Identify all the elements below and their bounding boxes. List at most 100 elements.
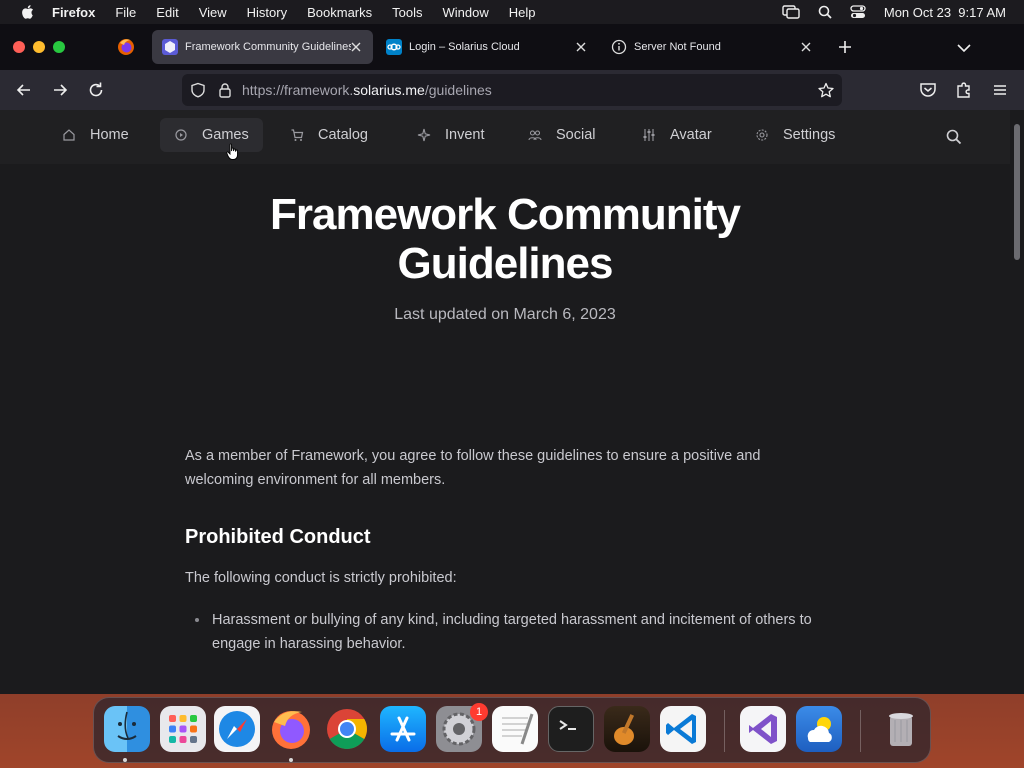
- search-icon[interactable]: [946, 129, 962, 145]
- close-window-button[interactable]: [13, 41, 25, 53]
- apple-icon[interactable]: [20, 4, 34, 20]
- hamburger-menu-icon[interactable]: [990, 80, 1010, 100]
- new-tab-plus-icon[interactable]: [836, 38, 854, 56]
- intro-paragraph: As a member of Framework, you agree to f…: [185, 448, 761, 488]
- app-store-icon[interactable]: [380, 706, 426, 752]
- nav-label: Games: [202, 127, 249, 143]
- visual-studio-icon[interactable]: [740, 706, 786, 752]
- nav-label: Social: [556, 127, 596, 143]
- tab-framework-guidelines[interactable]: Framework Community Guidelines: [152, 30, 373, 64]
- trash-icon[interactable]: [878, 706, 924, 752]
- menu-app-firefox[interactable]: Firefox: [52, 5, 95, 20]
- firefox-icon[interactable]: [268, 706, 314, 752]
- running-indicator: [289, 758, 293, 762]
- safari-icon[interactable]: [214, 706, 260, 752]
- url-text: https://framework.solarius.me/guidelines: [242, 82, 492, 98]
- people-icon: [528, 130, 542, 141]
- menu-file[interactable]: File: [115, 5, 136, 20]
- info-icon: [611, 39, 627, 55]
- control-center-icon[interactable]: [850, 5, 866, 19]
- nav-label: Home: [90, 127, 129, 143]
- terminal-icon[interactable]: [548, 706, 594, 752]
- menu-window[interactable]: Window: [443, 5, 489, 20]
- forward-arrow-icon[interactable]: [50, 80, 70, 100]
- nav-avatar[interactable]: Avatar: [642, 118, 726, 152]
- nav-home[interactable]: Home: [62, 118, 143, 152]
- weather-icon[interactable]: [796, 706, 842, 752]
- list-item: Harassment or bullying of any kind, incl…: [195, 608, 832, 656]
- nav-settings[interactable]: Settings: [755, 118, 849, 152]
- dock-separator: [724, 710, 725, 752]
- section-intro-paragraph: The following conduct is strictly prohib…: [185, 570, 457, 586]
- window-controls: [13, 41, 65, 53]
- reload-icon[interactable]: [86, 80, 106, 100]
- page-title-line-2: Guidelines: [397, 239, 614, 288]
- extensions-puzzle-icon[interactable]: [954, 80, 974, 100]
- back-arrow-icon[interactable]: [14, 80, 34, 100]
- tab-strip: Framework Community Guidelines Login – S…: [0, 24, 1024, 70]
- sliders-icon: [643, 129, 655, 141]
- finder-icon[interactable]: [104, 706, 150, 752]
- running-indicator: [123, 758, 127, 762]
- vscode-icon[interactable]: [660, 706, 706, 752]
- launchpad-icon[interactable]: [160, 706, 206, 752]
- textedit-icon[interactable]: [492, 706, 538, 752]
- framework-favicon-icon: [162, 39, 178, 55]
- last-updated-text: Last updated on March 6, 2023: [394, 306, 616, 323]
- page-title: Framework Community Guidelines: [0, 190, 1010, 288]
- nav-invent[interactable]: Invent: [417, 118, 499, 152]
- url-path: /guidelines: [424, 82, 492, 98]
- list-all-tabs-chevron-icon[interactable]: [955, 39, 973, 57]
- tab-title: Login – Solarius Cloud: [409, 41, 520, 53]
- macos-menubar: Firefox File Edit View History Bookmarks…: [0, 0, 1024, 24]
- lock-icon[interactable]: [218, 82, 232, 98]
- menu-help[interactable]: Help: [509, 5, 536, 20]
- tracking-protection-shield-icon[interactable]: [190, 82, 206, 98]
- menu-view[interactable]: View: [199, 5, 227, 20]
- pocket-icon[interactable]: [918, 80, 938, 100]
- garageband-icon[interactable]: [604, 706, 650, 752]
- bookmark-star-icon[interactable]: [818, 82, 834, 98]
- nav-games[interactable]: Games: [160, 118, 263, 152]
- close-tab-icon[interactable]: [574, 40, 588, 54]
- nav-catalog[interactable]: Catalog: [290, 118, 382, 152]
- menu-edit[interactable]: Edit: [156, 5, 178, 20]
- tab-title: Server Not Found: [634, 41, 721, 53]
- address-bar[interactable]: https://framework.solarius.me/guidelines: [182, 74, 842, 106]
- navigation-toolbar: https://framework.solarius.me/guidelines: [0, 70, 1024, 110]
- close-tab-icon[interactable]: [349, 40, 363, 54]
- menubar-clock[interactable]: Mon Oct 23 9:17 AM: [884, 5, 1006, 20]
- nav-label: Settings: [783, 127, 836, 143]
- hand-pointer-cursor-icon: [226, 143, 238, 160]
- site-navigation: Home Games Catalog Invent Social Avatar …: [0, 110, 1010, 164]
- scrollbar-thumb[interactable]: [1014, 124, 1020, 260]
- screen-mirroring-icon[interactable]: [782, 5, 800, 19]
- chrome-icon[interactable]: [324, 706, 370, 752]
- page-scrollbar[interactable]: [1010, 110, 1024, 694]
- nextcloud-favicon-icon: [386, 39, 402, 55]
- macos-dock: 1: [93, 697, 931, 763]
- menu-history[interactable]: History: [247, 5, 287, 20]
- tab-server-not-found[interactable]: Server Not Found: [601, 30, 823, 64]
- url-domain: solarius.me: [353, 82, 425, 98]
- close-tab-icon[interactable]: [799, 40, 813, 54]
- menu-tools[interactable]: Tools: [392, 5, 422, 20]
- url-prefix: https://framework.: [242, 82, 354, 98]
- web-page: Home Games Catalog Invent Social Avatar …: [0, 110, 1010, 694]
- section-heading-prohibited-conduct: Prohibited Conduct: [185, 526, 371, 548]
- page-title-line-1: Framework Community: [270, 190, 741, 239]
- home-icon: [63, 129, 75, 141]
- zoom-window-button[interactable]: [53, 41, 65, 53]
- nav-social[interactable]: Social: [528, 118, 610, 152]
- games-icon: [175, 129, 187, 141]
- notification-badge: 1: [470, 703, 488, 721]
- sparkle-icon: [417, 128, 431, 142]
- gear-icon: [756, 129, 768, 141]
- spotlight-search-icon[interactable]: [818, 5, 832, 19]
- firefox-view-icon[interactable]: [116, 37, 136, 57]
- menu-bookmarks[interactable]: Bookmarks: [307, 5, 372, 20]
- nav-label: Catalog: [318, 127, 368, 143]
- tab-solarius-login[interactable]: Login – Solarius Cloud: [376, 30, 598, 64]
- cart-icon: [291, 129, 304, 141]
- minimize-window-button[interactable]: [33, 41, 45, 53]
